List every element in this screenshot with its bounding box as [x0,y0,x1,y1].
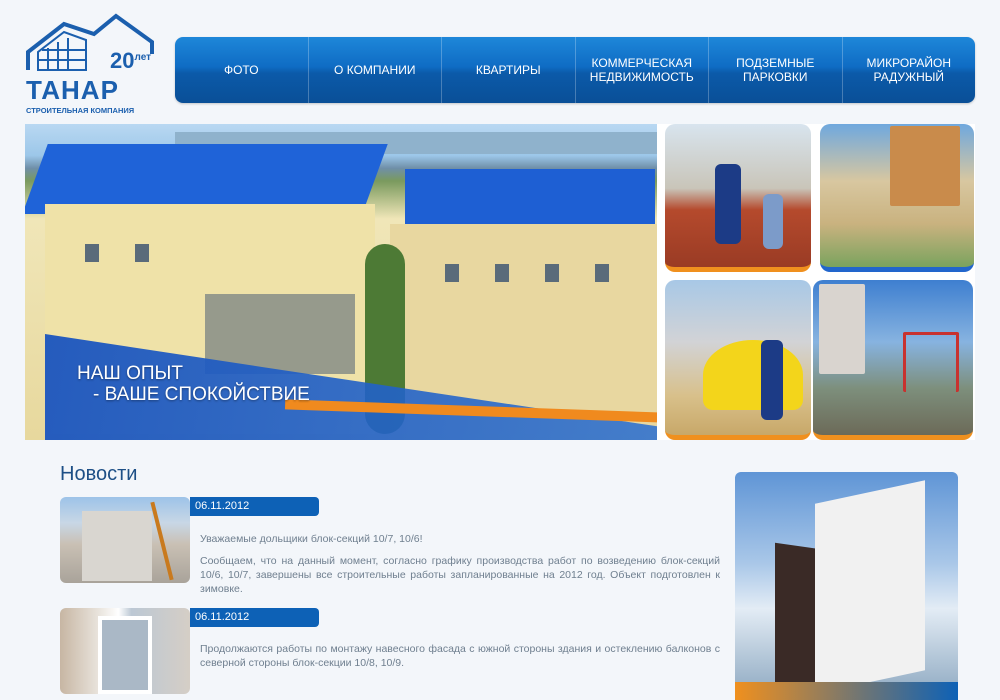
window [445,264,459,282]
window [495,264,509,282]
person [715,164,741,244]
news-image[interactable] [60,497,190,583]
promo-building-image[interactable] [735,472,958,700]
nav-item-parking[interactable]: ПОДЗЕМНЫЕ ПАРКОВКИ [709,37,843,103]
window [595,264,609,282]
news-item[interactable]: 06.11.2012 Продолжаются работы по монтаж… [60,608,722,700]
news-heading: Новости [60,463,138,485]
news-date: 06.11.2012 [190,497,319,516]
window [545,264,559,282]
banner-thumb-playground[interactable] [820,124,974,272]
news-body: Продолжаются работы по монтажу навесного… [200,643,720,669]
logo-brand: ТАНАР [26,75,119,105]
person [763,194,783,249]
logo-years: 20лет [110,48,152,73]
nav-item-commercial[interactable]: КОММЕРЧЕСКАЯ НЕДВИЖИМОСТЬ [576,37,709,103]
building-roof [405,169,655,229]
banner-thumb-kids[interactable] [665,280,811,440]
play-structure [703,340,803,410]
news-date: 06.11.2012 [190,608,319,627]
building [819,284,865,374]
promo-accent-band [735,682,958,700]
building [815,480,925,694]
news-headline[interactable]: Уважаемые дольщики блок-секций 10/7, 10/… [200,532,720,546]
news-body: Сообщаем, что на данный момент, согласно… [200,555,720,595]
nav-item-about[interactable]: О КОМПАНИИ [309,37,442,103]
banner-thumb-swings[interactable] [813,280,973,440]
building [890,126,960,206]
news-image[interactable] [60,608,190,694]
crane [150,501,174,581]
news-item[interactable]: 06.11.2012 Уважаемые дольщики блок-секци… [60,497,722,597]
logo-tagline: СТРОИТЕЛЬНАЯ КОМПАНИЯ [26,106,135,115]
banner-slogan: НАШ ОПЫТ - ВАШЕ СПОКОЙСТВИЕ [77,363,310,405]
nav-item-photo[interactable]: ФОТО [175,37,309,103]
page: 20лет ТАНАР СТРОИТЕЛЬНАЯ КОМПАНИЯ ФОТО О… [0,0,1000,700]
banner-main-photo[interactable]: НАШ ОПЫТ - ВАШЕ СПОКОЙСТВИЕ [25,124,657,440]
person [761,340,783,420]
swing-set [903,332,959,392]
banner-thumb-sports[interactable] [665,124,811,272]
window-frame [98,616,152,694]
main-navigation: ФОТО О КОМПАНИИ КВАРТИРЫ КОММЕРЧЕСКАЯ НЕ… [175,37,975,103]
window [85,244,99,262]
hero-banner: НАШ ОПЫТ - ВАШЕ СПОКОЙСТВИЕ [25,124,975,440]
nav-item-apartments[interactable]: КВАРТИРЫ [442,37,576,103]
nav-item-district[interactable]: МИКРОРАЙОН РАДУЖНЫЙ [843,37,976,103]
window [135,244,149,262]
company-logo[interactable]: 20лет ТАНАР СТРОИТЕЛЬНАЯ КОМПАНИЯ [24,12,160,115]
building [82,511,152,581]
